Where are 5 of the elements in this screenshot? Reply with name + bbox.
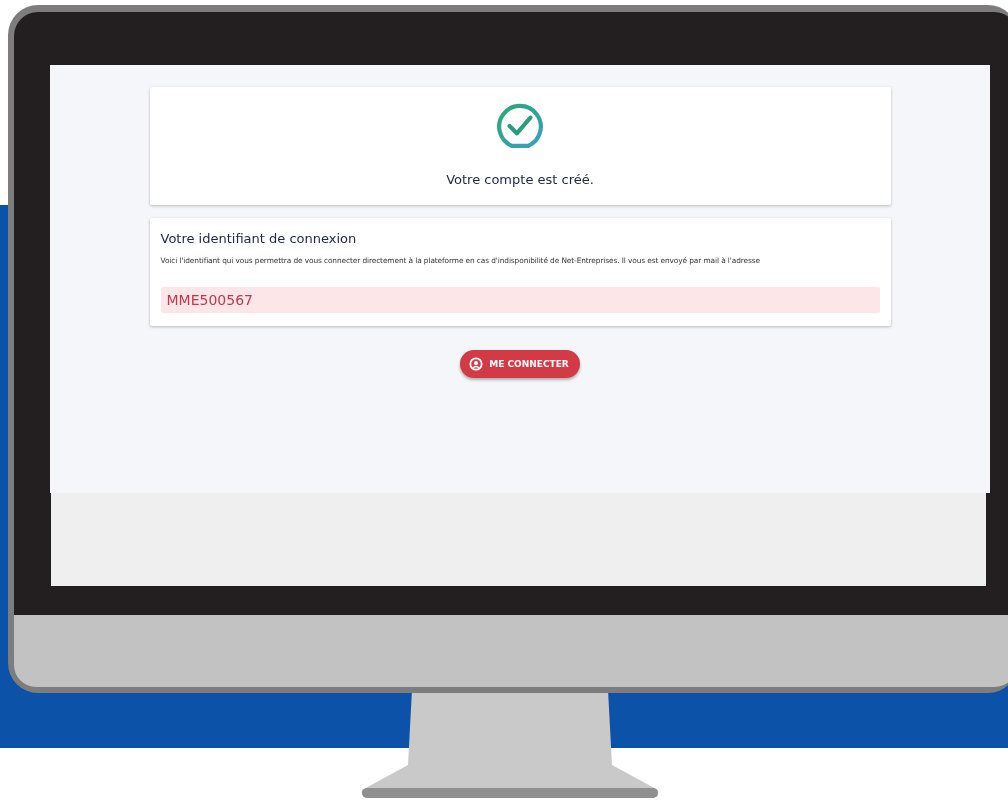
success-message: Votre compte est créé. bbox=[446, 172, 594, 187]
connect-button[interactable]: ME CONNECTER bbox=[460, 350, 580, 378]
card-title: Votre identifiant de connexion bbox=[160, 231, 358, 246]
identifier-field: MME500567 bbox=[160, 287, 880, 313]
user-icon bbox=[469, 357, 484, 371]
